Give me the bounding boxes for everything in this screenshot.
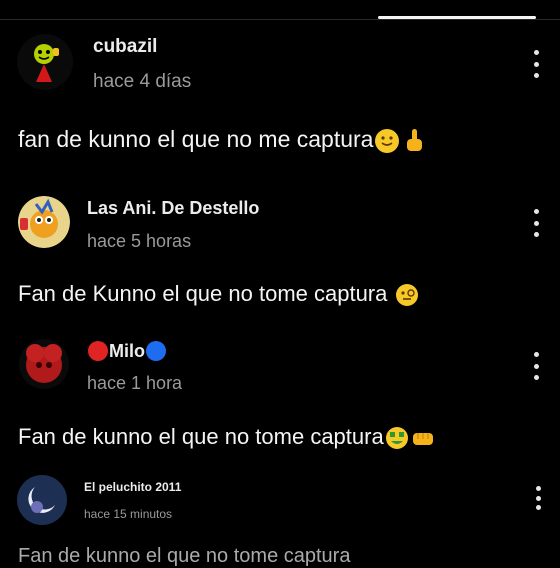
comment-text: Fan de kunno el que no tome captura [18,545,351,567]
red-circle-emoji [88,341,108,361]
face-with-monocle-emoji [395,284,418,307]
index-pointing-up-emoji [407,128,423,151]
comment-author[interactable]: Las Ani. De Destello [87,198,259,219]
comment-timestamp: hace 15 minutos [84,507,173,521]
oncoming-fist-emoji [412,433,433,446]
comment-options-button[interactable] [528,486,548,510]
comment-options-button[interactable] [526,352,546,380]
more-vertical-icon [533,50,539,55]
comment-author[interactable]: El peluchito 2011 [84,480,181,494]
avatar[interactable] [17,34,73,90]
avatar-character-icon [34,44,59,82]
avatar-character-icon [26,344,62,383]
money-mouth-emoji [385,427,408,450]
more-vertical-icon [533,209,539,214]
comment-timestamp: hace 5 horas [87,231,192,251]
avatar[interactable] [17,475,67,525]
comment-text-row: Fan de Kunno el que no tome captura [18,281,420,308]
blue-circle-emoji [146,341,166,361]
slightly-smiling-emoji [375,128,400,153]
comment-text-row: Fan de kunno el que no tome captura [18,424,436,451]
comment-options-button[interactable] [526,209,546,237]
avatar-character-icon [17,475,67,525]
more-vertical-icon [535,486,541,491]
more-vertical-icon [533,352,539,357]
post-author[interactable]: cubazil [93,36,157,58]
comment-timestamp: hace 1 hora [87,373,183,393]
comment-author-row[interactable]: Milo [87,340,167,362]
post-text-row: fan de kunno el que no me captura [18,126,427,155]
avatar-character-icon [18,196,70,248]
post-timestamp: hace 4 días [93,71,192,92]
comment-author: Milo [109,340,145,361]
header-divider [0,19,560,20]
post-options-button[interactable] [526,50,546,78]
avatar[interactable] [19,339,69,389]
comment-text: Fan de Kunno el que no tome captura [18,281,388,306]
comment-text: Fan de kunno el que no tome captura [18,424,384,449]
comment-text-row: Fan de kunno el que no tome captura [18,545,350,568]
active-tab-indicator [378,16,536,19]
avatar[interactable] [18,196,70,248]
post-text: fan de kunno el que no me captura [18,126,374,152]
